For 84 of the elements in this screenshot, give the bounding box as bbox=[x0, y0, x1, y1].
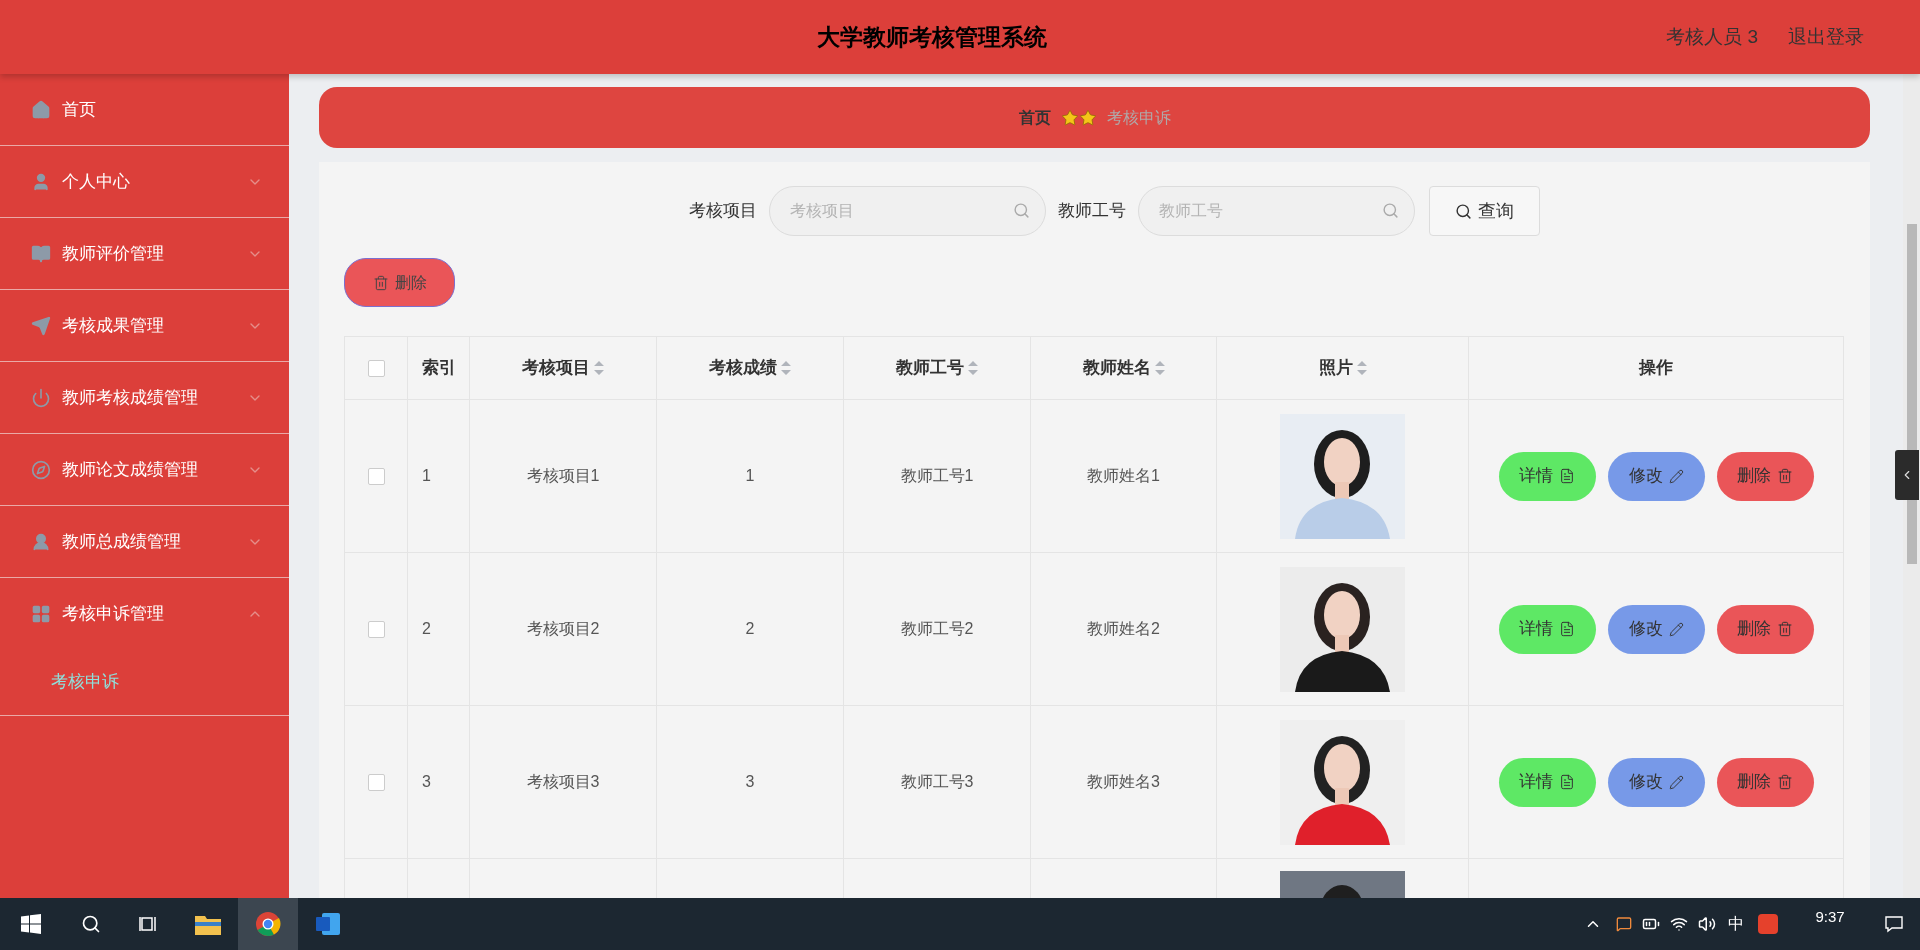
field-label: 考核项目 bbox=[689, 200, 757, 223]
table-cell-text: 教师姓名1 bbox=[1087, 466, 1160, 486]
chat-icon[interactable] bbox=[1616, 916, 1632, 932]
sidebar-item[interactable]: 教师论文成绩管理 bbox=[0, 434, 289, 505]
sidebar-item[interactable]: 个人中心 bbox=[0, 146, 289, 217]
clock[interactable]: 9:37 bbox=[1800, 905, 1860, 929]
delete-button[interactable]: 删除 bbox=[1716, 451, 1814, 501]
search-icon bbox=[1382, 202, 1399, 219]
document-icon bbox=[1559, 621, 1575, 637]
notification-icon[interactable] bbox=[1884, 914, 1904, 934]
column-header[interactable]: 考核项目 bbox=[522, 355, 590, 381]
wifi-icon[interactable] bbox=[1670, 915, 1688, 933]
paper-plane-icon bbox=[31, 315, 51, 336]
edit-button[interactable]: 修改 bbox=[1607, 604, 1705, 654]
speaker-icon[interactable] bbox=[1698, 915, 1716, 933]
row-checkbox[interactable] bbox=[367, 773, 385, 791]
search-icon bbox=[1455, 202, 1472, 220]
book-icon bbox=[31, 243, 51, 264]
sidebar-item[interactable]: 首页 bbox=[0, 74, 289, 145]
column-header[interactable]: 考核成绩 bbox=[709, 355, 777, 381]
table-cell-text: 考核项目2 bbox=[526, 619, 600, 639]
column-header: 操作 bbox=[1639, 357, 1673, 380]
sidebar-item[interactable]: 教师评价管理 bbox=[0, 218, 289, 289]
sidebar-item[interactable]: 教师总成绩管理 bbox=[0, 506, 289, 577]
search-icon bbox=[1013, 202, 1030, 219]
detail-button[interactable]: 详情 bbox=[1498, 604, 1596, 654]
breadcrumb-current: 考核申诉 bbox=[1106, 107, 1171, 128]
column-header[interactable]: 教师工号 bbox=[896, 355, 964, 381]
edit-button[interactable]: 修改 bbox=[1607, 757, 1705, 807]
table-cell-text: 教师工号2 bbox=[900, 619, 974, 639]
delete-button[interactable]: 删除 bbox=[1716, 604, 1814, 654]
table-cell-text: 3 bbox=[745, 772, 755, 792]
table-cell-text: 1 bbox=[422, 466, 431, 486]
row-checkbox[interactable] bbox=[367, 620, 385, 638]
edit-button[interactable]: 修改 bbox=[1607, 451, 1705, 501]
sidebar-item[interactable]: 考核申诉管理 bbox=[0, 578, 289, 649]
sidebar-item[interactable]: 教师考核成绩管理 bbox=[0, 362, 289, 433]
delete-button[interactable]: 删除 bbox=[344, 258, 455, 307]
table-cell-text: 教师姓名2 bbox=[1087, 619, 1160, 639]
detail-button[interactable]: 详情 bbox=[1498, 451, 1596, 501]
row-checkbox[interactable] bbox=[367, 467, 385, 485]
pencil-icon bbox=[1668, 774, 1684, 790]
grid-icon bbox=[31, 603, 51, 624]
home-icon bbox=[31, 99, 51, 120]
scrollbar[interactable] bbox=[1903, 74, 1920, 898]
trash-icon bbox=[1777, 621, 1793, 637]
document-icon bbox=[1559, 468, 1575, 484]
document-icon bbox=[1559, 774, 1575, 790]
input-method-indicator[interactable]: 中 bbox=[1728, 912, 1744, 936]
column-header: 索引 bbox=[421, 357, 456, 380]
field-label: 教师工号 bbox=[1058, 200, 1126, 223]
table-cell-text: 考核项目1 bbox=[526, 466, 600, 486]
table-cell-text: 2 bbox=[422, 619, 431, 639]
table-cell-text: 教师工号3 bbox=[900, 772, 974, 792]
compass-icon bbox=[31, 459, 51, 480]
app-title: 大学教师考核管理系统 bbox=[817, 22, 1047, 52]
power-icon bbox=[31, 387, 51, 408]
trash-icon bbox=[372, 274, 389, 291]
column-header[interactable]: 教师姓名 bbox=[1082, 355, 1151, 381]
stars-icon bbox=[1060, 108, 1097, 127]
submenu-item[interactable]: 考核申诉 bbox=[0, 649, 289, 715]
delete-button[interactable]: 删除 bbox=[1716, 757, 1814, 807]
trash-icon bbox=[1777, 468, 1793, 484]
table-cell-text: 2 bbox=[745, 619, 755, 639]
browser-icon[interactable] bbox=[238, 898, 298, 950]
pencil-icon bbox=[1668, 621, 1684, 637]
table-cell-text: 教师工号1 bbox=[900, 466, 974, 486]
search-field[interactable]: 教师工号 bbox=[1138, 186, 1415, 236]
breadcrumb-home[interactable]: 首页 bbox=[1018, 105, 1051, 130]
table-cell-text: 3 bbox=[422, 772, 431, 792]
user-icon bbox=[31, 171, 51, 192]
table-cell-text: 教师姓名3 bbox=[1087, 772, 1160, 792]
table-cell-text: 1 bbox=[745, 466, 755, 486]
checkbox[interactable] bbox=[367, 359, 385, 377]
table-cell-text: 考核项目3 bbox=[526, 772, 600, 792]
sidebar-item[interactable]: 考核成果管理 bbox=[0, 290, 289, 361]
column-header[interactable]: 照片 bbox=[1318, 355, 1353, 381]
user-name: 考核人员 3 bbox=[1666, 24, 1758, 49]
pencil-icon bbox=[1668, 468, 1684, 484]
logout-link[interactable]: 退出登录 bbox=[1788, 22, 1864, 52]
trash-icon bbox=[1777, 774, 1793, 790]
query-button[interactable]: 查询 bbox=[1429, 186, 1540, 236]
person-icon bbox=[31, 531, 51, 552]
detail-button[interactable]: 详情 bbox=[1498, 757, 1596, 807]
